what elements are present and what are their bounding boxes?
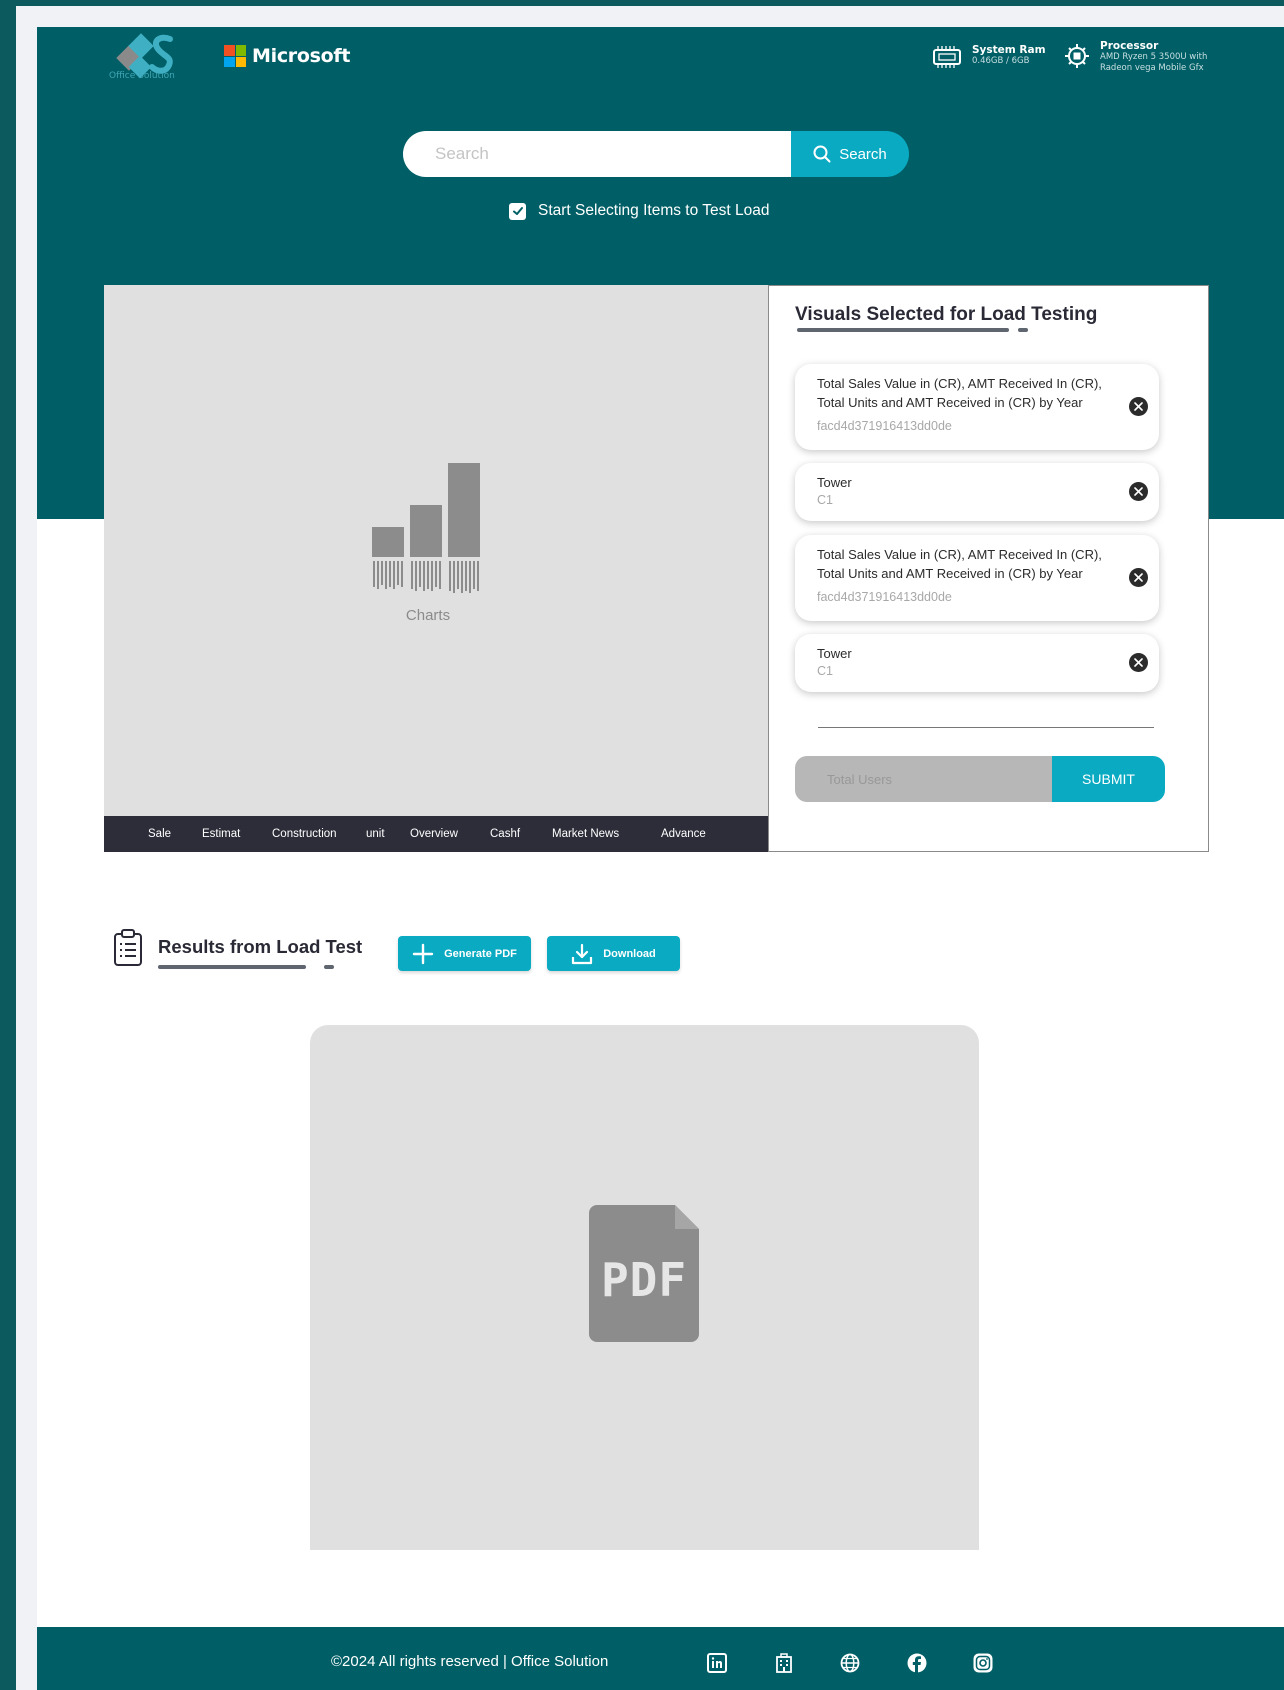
total-users-input[interactable] (795, 756, 1052, 802)
generate-pdf-button[interactable]: Generate PDF (398, 936, 531, 971)
panel-divider (818, 727, 1154, 728)
tab-overview[interactable]: Overview (410, 828, 458, 840)
charts-placeholder-label: Charts (405, 607, 451, 624)
linkedin-icon[interactable] (707, 1653, 727, 1673)
microsoft-squares-icon (224, 45, 246, 67)
download-button[interactable]: Download (547, 936, 680, 971)
cpu-icon (1065, 44, 1089, 68)
processor-line-2: Radeon vega Mobile Gfx (1100, 63, 1204, 73)
visual-card-title: Tower (817, 646, 852, 661)
search-icon (813, 145, 831, 163)
select-items-toggle[interactable]: Start Selecting Items to Test Load (509, 202, 769, 220)
bar-chart-icon (372, 463, 480, 593)
system-ram-title: System Ram (972, 44, 1046, 56)
close-icon[interactable] (1129, 568, 1148, 587)
tab-estimat[interactable]: Estimat (202, 828, 240, 840)
globe-icon[interactable] (840, 1653, 860, 1673)
title-underline (797, 328, 1009, 332)
results-underline (158, 965, 306, 969)
submit-button[interactable]: SUBMIT (1052, 756, 1165, 802)
total-users-form: SUBMIT (795, 756, 1165, 802)
memory-chip-icon (933, 46, 961, 68)
charts-placeholder: Charts (372, 463, 484, 624)
tab-unit[interactable]: unit (366, 828, 385, 840)
processor-text: Processor AMD Ryzen 5 3500U with Radeon … (1100, 40, 1207, 74)
logo-text: Office Solution (109, 71, 175, 81)
system-ram-value: 0.46GB / 6GB (972, 56, 1030, 66)
selected-visual-card: Tower C1 (795, 634, 1159, 692)
processor-info: Processor AMD Ryzen 5 3500U with Radeon … (1064, 40, 1207, 74)
system-ram-info: System Ram 0.46GB / 6GB (932, 44, 1046, 70)
plus-icon (412, 943, 434, 964)
tab-market-news[interactable]: Market News (552, 828, 619, 840)
brand-name: Microsoft (252, 45, 351, 67)
search-input[interactable] (403, 131, 791, 177)
search-button-label: Search (839, 145, 887, 163)
tab-sale[interactable]: Sale (148, 828, 171, 840)
search-bar: Search (403, 131, 909, 177)
processor-title: Processor (1100, 40, 1159, 52)
report-tabs-bar: Sale Estimat Construction unit Overview … (104, 816, 768, 852)
panel-title: Visuals Selected for Load Testing (795, 304, 1098, 325)
visual-canvas[interactable]: Charts Sale Estimat Construction unit Ov… (104, 285, 768, 852)
close-icon[interactable] (1129, 482, 1148, 501)
results-title: Results from Load Test (158, 936, 363, 957)
visual-card-title: Tower (817, 475, 852, 490)
visual-card-id: C1 (817, 664, 833, 678)
selected-visual-card: Tower C1 (795, 463, 1159, 521)
facebook-icon[interactable] (907, 1653, 927, 1673)
selected-visual-card: Total Sales Value in (CR), AMT Received … (795, 364, 1159, 450)
checkmark-icon (512, 207, 523, 215)
processor-line-1: AMD Ryzen 5 3500U with (1100, 52, 1208, 62)
pdf-label: PDF (600, 1253, 688, 1307)
visual-card-title: Total Sales Value in (CR), AMT Received … (817, 547, 1102, 581)
system-ram-text: System Ram 0.46GB / 6GB (972, 44, 1046, 67)
visual-card-id: C1 (817, 493, 833, 507)
results-underline-dot (324, 965, 334, 969)
microsoft-logo: Microsoft (224, 45, 350, 67)
title-underline-dot (1018, 328, 1028, 332)
visual-card-id: facd4d371916413dd0de (817, 590, 952, 604)
page: Office Solution Microsoft System Ram 0.4… (37, 27, 1284, 1690)
tab-advance[interactable]: Advance (661, 828, 706, 840)
close-icon[interactable] (1129, 397, 1148, 416)
instagram-icon[interactable] (973, 1653, 993, 1673)
download-label: Download (603, 947, 656, 960)
selected-visuals-panel: Visuals Selected for Load Testing Total … (768, 285, 1209, 852)
footer: ©2024 All rights reserved | Office Solut… (37, 1627, 1284, 1690)
pdf-preview: PDF (310, 1025, 979, 1550)
search-button[interactable]: Search (791, 131, 909, 177)
close-icon[interactable] (1129, 653, 1148, 672)
tab-cashf[interactable]: Cashf (490, 828, 520, 840)
tab-construction[interactable]: Construction (272, 828, 337, 840)
visual-card-id: facd4d371916413dd0de (817, 419, 952, 433)
download-icon (572, 943, 593, 964)
clipboard-list-icon (114, 929, 142, 966)
generate-pdf-label: Generate PDF (444, 947, 517, 960)
footer-text: ©2024 All rights reserved | Office Solut… (331, 1653, 609, 1670)
selected-visual-card: Total Sales Value in (CR), AMT Received … (795, 535, 1159, 621)
visual-card-title: Total Sales Value in (CR), AMT Received … (817, 376, 1102, 410)
select-items-label: Start Selecting Items to Test Load (538, 202, 770, 219)
select-items-checkbox[interactable] (509, 202, 526, 220)
building-icon[interactable] (774, 1653, 794, 1673)
